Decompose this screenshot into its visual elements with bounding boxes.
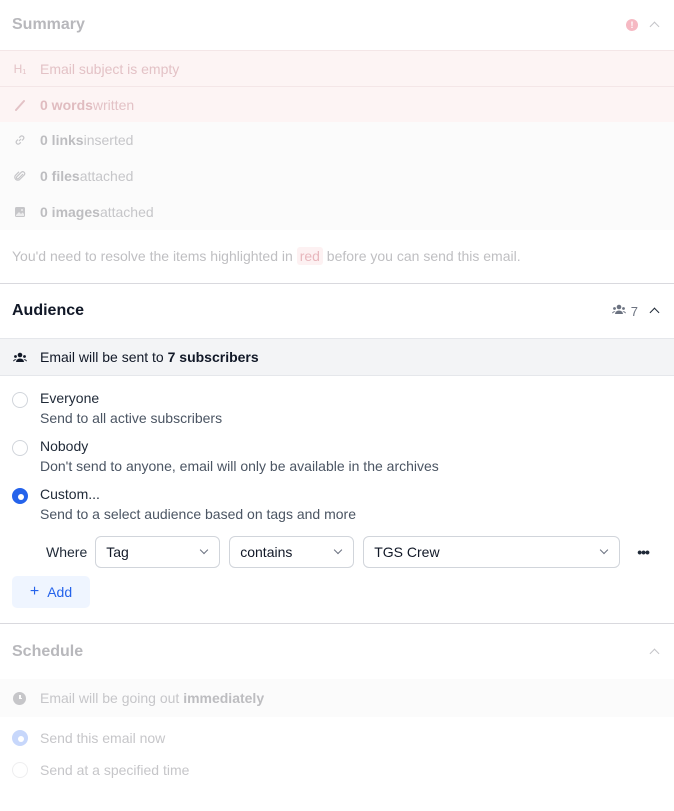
operator-select-value: contains [240,544,293,560]
red-highlight: red [296,247,323,265]
audience-section: Audience 7 Email will be sent to 7 subsc… [0,284,674,624]
add-filter-label: Add [47,584,73,600]
subscriber-count: 7 [611,304,638,319]
where-label: Where [46,544,88,560]
audience-banner-text: Email will be sent to [40,349,164,365]
subscriber-count-value: 7 [630,303,638,319]
radio-custom[interactable] [12,488,28,504]
summary-item-files: 0 files attached [0,158,674,194]
heading-icon: H₁ [13,61,27,76]
schedule-banner-emphasis: immediately [183,690,265,706]
summary-item-count: 0 words [40,96,93,113]
option-label: Custom... [40,486,100,502]
summary-note-text: before you can send this email. [322,248,521,264]
add-filter-button[interactable]: + Add [12,576,90,608]
link-icon [12,134,28,146]
summary-item-count: 0 links [40,132,84,148]
summary-title: Summary [12,16,85,33]
radio-everyone[interactable] [12,392,28,408]
summary-note: You'd need to resolve the items highligh… [0,230,674,284]
summary-item-text: written [92,96,135,113]
users-icon [12,352,28,363]
radio-send-now[interactable] [12,730,28,746]
value-select-value: TGS Crew [374,544,440,560]
chevron-up-icon[interactable] [648,304,662,318]
summary-note-text: You'd need to resolve the items highligh… [12,248,297,264]
chevron-down-icon [333,547,343,557]
option-label: Send at a specified time [40,762,190,778]
summary-item-links: 0 links inserted [0,122,674,158]
value-select[interactable]: TGS Crew [363,536,621,568]
users-icon [611,304,627,318]
summary-item-count: 0 files [40,168,80,184]
summary-item-text: attached [99,204,154,220]
pencil-icon [12,99,28,111]
option-label: Nobody [40,438,89,454]
summary-item-words: 0 words written [0,86,674,122]
option-description: Send to a select audience based on tags … [40,506,356,522]
audience-title: Audience [12,302,85,319]
chevron-up-icon[interactable] [648,18,662,32]
field-select-value: Tag [106,544,129,560]
option-label: Send this email now [40,730,166,746]
summary-section: Summary ! H₁ Email subject is empty 0 wo… [0,0,674,284]
audience-option-nobody[interactable]: Nobody Don't send to anyone, email will … [0,438,674,474]
radio-send-later[interactable] [12,762,28,778]
schedule-section: Schedule Email will be going out immedia… [0,624,674,786]
audience-banner: Email will be sent to 7 subscribers [0,338,674,376]
chevron-down-icon [199,547,209,557]
schedule-banner: Email will be going out immediately [0,679,674,717]
schedule-banner-text: Email will be going out [40,690,180,706]
schedule-header[interactable]: Schedule [0,624,674,679]
clock-icon [13,691,26,705]
audience-option-everyone[interactable]: Everyone Send to all active subscribers [0,390,674,426]
summary-item-text: attached [79,168,134,184]
exclamation-icon: ! [626,19,638,31]
schedule-title: Schedule [12,642,84,660]
summary-item-text: Email subject is empty [40,60,180,77]
schedule-option-later[interactable]: Send at a specified time [0,754,674,786]
summary-item-text: inserted [83,132,134,148]
image-icon [12,206,28,218]
option-label: Everyone [40,390,100,406]
audience-header[interactable]: Audience 7 [0,284,674,338]
schedule-option-now[interactable]: Send this email now [0,722,674,754]
chevron-up-icon[interactable] [648,645,662,659]
option-description: Send to all active subscribers [40,410,223,426]
summary-item-subject: H₁ Email subject is empty [0,50,674,86]
summary-header[interactable]: Summary ! [0,0,674,50]
radio-nobody[interactable] [12,440,28,456]
filter-row: Where Tag contains TGS Crew ••• [0,536,674,568]
plus-icon: + [29,583,40,600]
audience-option-custom[interactable]: Custom... Send to a select audience base… [0,486,674,522]
audience-banner-count: 7 subscribers [167,349,259,365]
option-description: Don't send to anyone, email will only be… [40,458,439,474]
more-options-icon[interactable]: ••• [637,544,650,560]
field-select[interactable]: Tag [95,536,221,568]
chevron-down-icon [599,547,609,557]
summary-item-images: 0 images attached [0,194,674,230]
paperclip-icon [12,170,28,182]
summary-item-count: 0 images [40,204,100,220]
operator-select[interactable]: contains [229,536,355,568]
